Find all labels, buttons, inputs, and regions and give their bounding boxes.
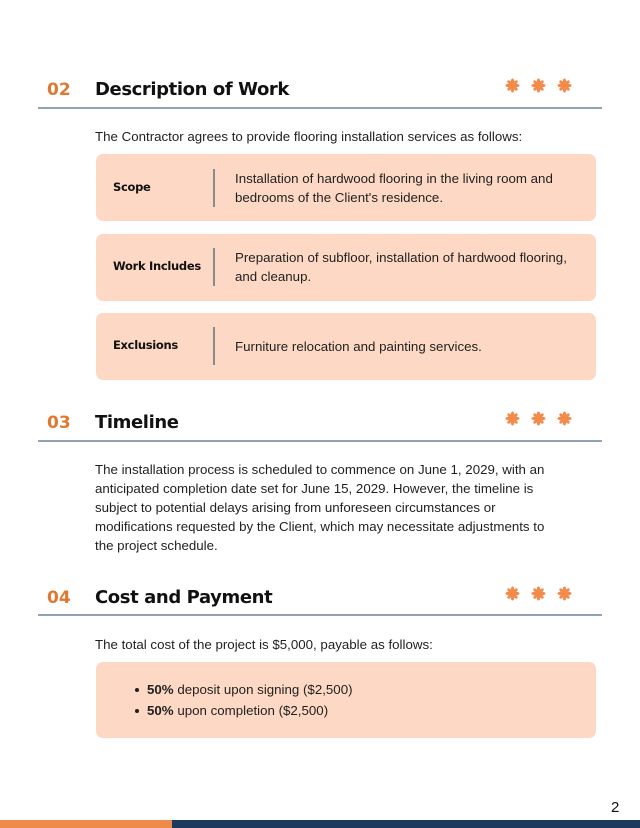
card-divider <box>213 248 215 286</box>
section-title: Timeline <box>95 412 179 433</box>
asterisk-flower-icon <box>557 411 572 426</box>
page-number: 2 <box>611 799 620 816</box>
work-item-text: Preparation of subfloor, installation of… <box>235 250 567 284</box>
payment-item: 50% deposit upon signing ($2,500) <box>133 679 353 700</box>
card-divider <box>213 327 215 365</box>
asterisk-flower-icon <box>531 586 546 601</box>
decorative-stars <box>505 586 572 601</box>
section-number: 04 <box>47 588 71 608</box>
asterisk-flower-icon <box>531 411 546 426</box>
work-item-text: Installation of hardwood flooring in the… <box>235 171 553 205</box>
card-divider <box>213 169 215 207</box>
section-header: 03 Timeline <box>0 405 640 445</box>
asterisk-flower-icon <box>505 411 520 426</box>
payment-schedule-card: 50% deposit upon signing ($2,500) 50% up… <box>96 662 596 738</box>
asterisk-flower-icon <box>505 78 520 93</box>
section-lead-text: The Contractor agrees to provide floorin… <box>95 129 523 144</box>
section-divider <box>38 440 602 442</box>
asterisk-flower-icon <box>557 78 572 93</box>
work-item-label: Work Includes <box>113 259 201 273</box>
section-title: Description of Work <box>95 79 289 100</box>
payment-description: upon completion ($2,500) <box>173 703 329 718</box>
asterisk-flower-icon <box>557 586 572 601</box>
footer-bar-navy <box>172 820 640 828</box>
work-item-label: Scope <box>113 180 151 194</box>
work-item-card: Work Includes Preparation of subfloor, i… <box>96 234 596 301</box>
section-title: Cost and Payment <box>95 587 273 608</box>
section-description-of-work: 02 Description of Work <box>0 72 640 112</box>
payment-list: 50% deposit upon signing ($2,500) 50% up… <box>133 679 353 721</box>
section-header: 04 Cost and Payment <box>0 580 640 620</box>
footer-bar-orange <box>0 820 172 828</box>
section-divider <box>38 614 602 616</box>
work-item-card: Exclusions Furniture relocation and pain… <box>96 313 596 380</box>
payment-percent: 50% <box>147 703 174 718</box>
section-number: 03 <box>47 413 71 433</box>
asterisk-flower-icon <box>505 586 520 601</box>
payment-description: deposit upon signing ($2,500) <box>173 682 353 697</box>
work-item-card: Scope Installation of hardwood flooring … <box>96 154 596 221</box>
asterisk-flower-icon <box>531 78 546 93</box>
payment-percent: 50% <box>147 682 174 697</box>
section-number: 02 <box>47 80 71 100</box>
section-header: 02 Description of Work <box>0 72 640 112</box>
section-timeline: 03 Timeline <box>0 405 640 445</box>
payment-item: 50% upon completion ($2,500) <box>133 700 353 721</box>
decorative-stars <box>505 78 572 93</box>
timeline-paragraph: The installation process is scheduled to… <box>95 462 545 553</box>
section-lead-text: The total cost of the project is $5,000,… <box>95 637 433 652</box>
decorative-stars <box>505 411 572 426</box>
work-item-label: Exclusions <box>113 338 178 352</box>
work-item-text: Furniture relocation and painting servic… <box>235 339 482 354</box>
section-divider <box>38 107 602 109</box>
section-cost-and-payment: 04 Cost and Payment <box>0 580 640 620</box>
